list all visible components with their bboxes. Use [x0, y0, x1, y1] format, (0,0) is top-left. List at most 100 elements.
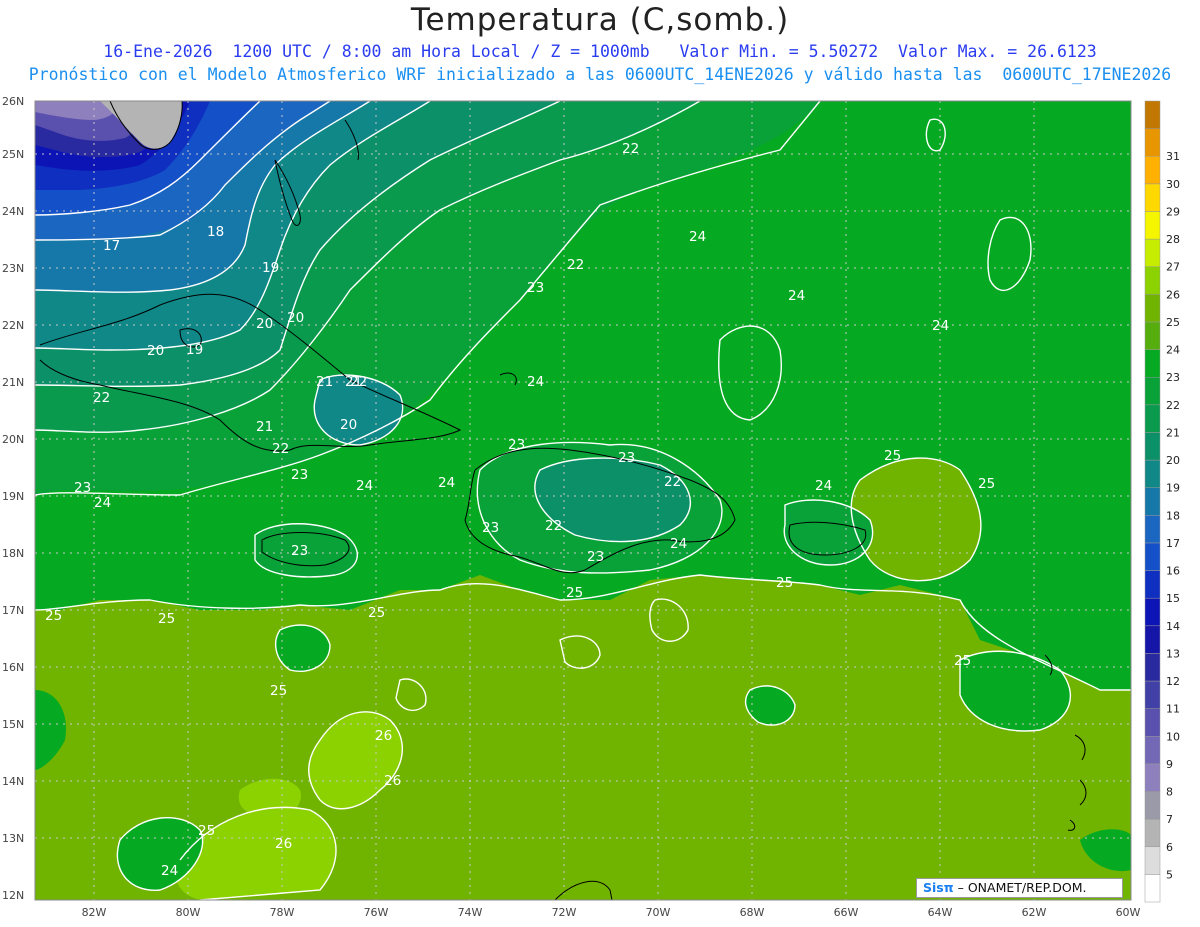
contour-label: 24 — [689, 229, 706, 245]
lat-tick-label: 23N — [2, 262, 24, 275]
lon-axis: 82W 80W 78W 76W 74W 72W 70W 68W 66W 64W … — [82, 906, 1141, 919]
lon-tick-label: 62W — [1022, 906, 1047, 919]
contour-label: 23 — [587, 549, 604, 565]
colorbar-label: 9 — [1166, 758, 1173, 771]
lon-tick-label: 80W — [176, 906, 201, 919]
colorbar-label: 17 — [1166, 537, 1180, 550]
contour-label: 19 — [186, 342, 203, 358]
colorbar-swatch — [1144, 404, 1161, 433]
colorbar-swatch — [1144, 846, 1161, 875]
colorbar-label: 27 — [1166, 261, 1180, 274]
contour-label: 21 — [256, 419, 273, 435]
contour-label: 22 — [567, 257, 584, 273]
colorbar-swatch — [1144, 266, 1161, 295]
logo-brand: Sisπ — [923, 880, 954, 895]
contour-label: 20 — [340, 417, 357, 433]
colorbar-swatch — [1144, 349, 1161, 378]
contour-label: 24 — [815, 478, 832, 494]
colorbar-label: 6 — [1166, 841, 1173, 854]
contour-label: 25 — [198, 823, 215, 839]
lon-tick-label: 70W — [646, 906, 671, 919]
lon-tick-label: 78W — [270, 906, 295, 919]
colorbar-swatch — [1144, 211, 1161, 240]
colorbar-label: 28 — [1166, 233, 1180, 246]
lon-tick-label: 82W — [82, 906, 107, 919]
lat-tick-label: 15N — [2, 718, 24, 731]
colorbar-label: 11 — [1166, 703, 1180, 716]
contour-label: 25 — [884, 448, 901, 464]
sispi-logo: Sisπ – ONAMET/REP.DOM. — [916, 878, 1123, 898]
colorbar-swatch — [1144, 763, 1161, 792]
contour-label: 17 — [103, 238, 120, 254]
colorbar: 5 6 7 8 9 10 11 12 13 14 15 16 17 18 19 20 21 22 23 24 25 26 2… — [1144, 100, 1180, 903]
colorbar-label: 22 — [1166, 399, 1180, 412]
contour-label: 24 — [788, 288, 805, 304]
lon-tick-label: 72W — [552, 906, 577, 919]
lon-tick-label: 74W — [458, 906, 483, 919]
colorbar-swatch — [1144, 736, 1161, 765]
colorbar-swatch — [1144, 874, 1161, 903]
lat-tick-label: 13N — [2, 832, 24, 845]
lat-tick-label: 17N — [2, 604, 24, 617]
contour-label: 26 — [275, 836, 292, 852]
colorbar-label: 30 — [1166, 178, 1180, 191]
logo-org: – ONAMET/REP.DOM. — [957, 880, 1087, 895]
colorbar-label: 25 — [1166, 316, 1180, 329]
colorbar-swatch — [1144, 183, 1161, 212]
colorbar-label: 19 — [1166, 482, 1180, 495]
contour-label: 20 — [287, 310, 304, 326]
contour-label: 23 — [618, 450, 635, 466]
contour-label: 25 — [978, 476, 995, 492]
lat-tick-label: 22N — [2, 319, 24, 332]
contour-label: 23 — [527, 280, 544, 296]
lat-tick-label: 25N — [2, 148, 24, 161]
colorbar-label: 15 — [1166, 592, 1180, 605]
contour-label: 24 — [356, 478, 373, 494]
colorbar-label: 20 — [1166, 454, 1180, 467]
colorbar-swatch — [1144, 376, 1161, 406]
lat-tick-label: 24N — [2, 205, 24, 218]
contour-label: 25 — [954, 653, 971, 669]
contour-label: 20 — [147, 343, 164, 359]
colorbar-swatch — [1144, 459, 1161, 488]
contour-label: 22 — [93, 390, 110, 406]
colorbar-swatch — [1144, 294, 1161, 323]
colorbar-swatch — [1144, 708, 1161, 737]
colorbar-swatch — [1144, 487, 1161, 516]
lon-tick-label: 60W — [1116, 906, 1141, 919]
temperature-map: 17 18 19 20 20 20 19 21 22 22 21 20 22 2… — [2, 95, 1180, 919]
lat-tick-label: 19N — [2, 490, 24, 503]
contour-label: 24 — [161, 863, 178, 879]
contour-label: 20 — [256, 316, 273, 332]
lat-tick-label: 14N — [2, 775, 24, 788]
contour-label: 24 — [94, 495, 111, 511]
lat-tick-label: 20N — [2, 433, 24, 446]
contour-label: 25 — [566, 585, 583, 601]
contour-label: 23 — [508, 437, 525, 453]
colorbar-label: 29 — [1166, 205, 1180, 218]
contour-label: 25 — [158, 611, 175, 627]
colorbar-swatch — [1144, 653, 1161, 682]
lat-tick-label: 21N — [2, 376, 24, 389]
colorbar-swatch — [1144, 818, 1161, 848]
contour-label: 21 — [316, 374, 333, 390]
contour-label: 25 — [776, 575, 793, 591]
lon-tick-label: 76W — [364, 906, 389, 919]
colorbar-label: 14 — [1166, 620, 1180, 633]
contour-label: 23 — [291, 543, 308, 559]
contour-label: 24 — [527, 374, 544, 390]
colorbar-swatch — [1144, 625, 1161, 654]
colorbar-swatch — [1144, 542, 1161, 571]
colorbar-swatch — [1144, 128, 1161, 157]
colorbar-swatch — [1144, 515, 1161, 544]
colorbar-swatch — [1144, 597, 1161, 627]
colorbar-label: 5 — [1166, 868, 1173, 881]
lat-tick-label: 26N — [2, 95, 24, 108]
contour-label: 22 — [622, 141, 639, 157]
lon-tick-label: 66W — [834, 906, 859, 919]
colorbar-swatch — [1144, 791, 1161, 820]
contour-label: 22 — [545, 518, 562, 534]
contour-label: 24 — [438, 475, 455, 491]
colorbar-label: 13 — [1166, 647, 1180, 660]
colorbar-swatch — [1144, 155, 1161, 185]
